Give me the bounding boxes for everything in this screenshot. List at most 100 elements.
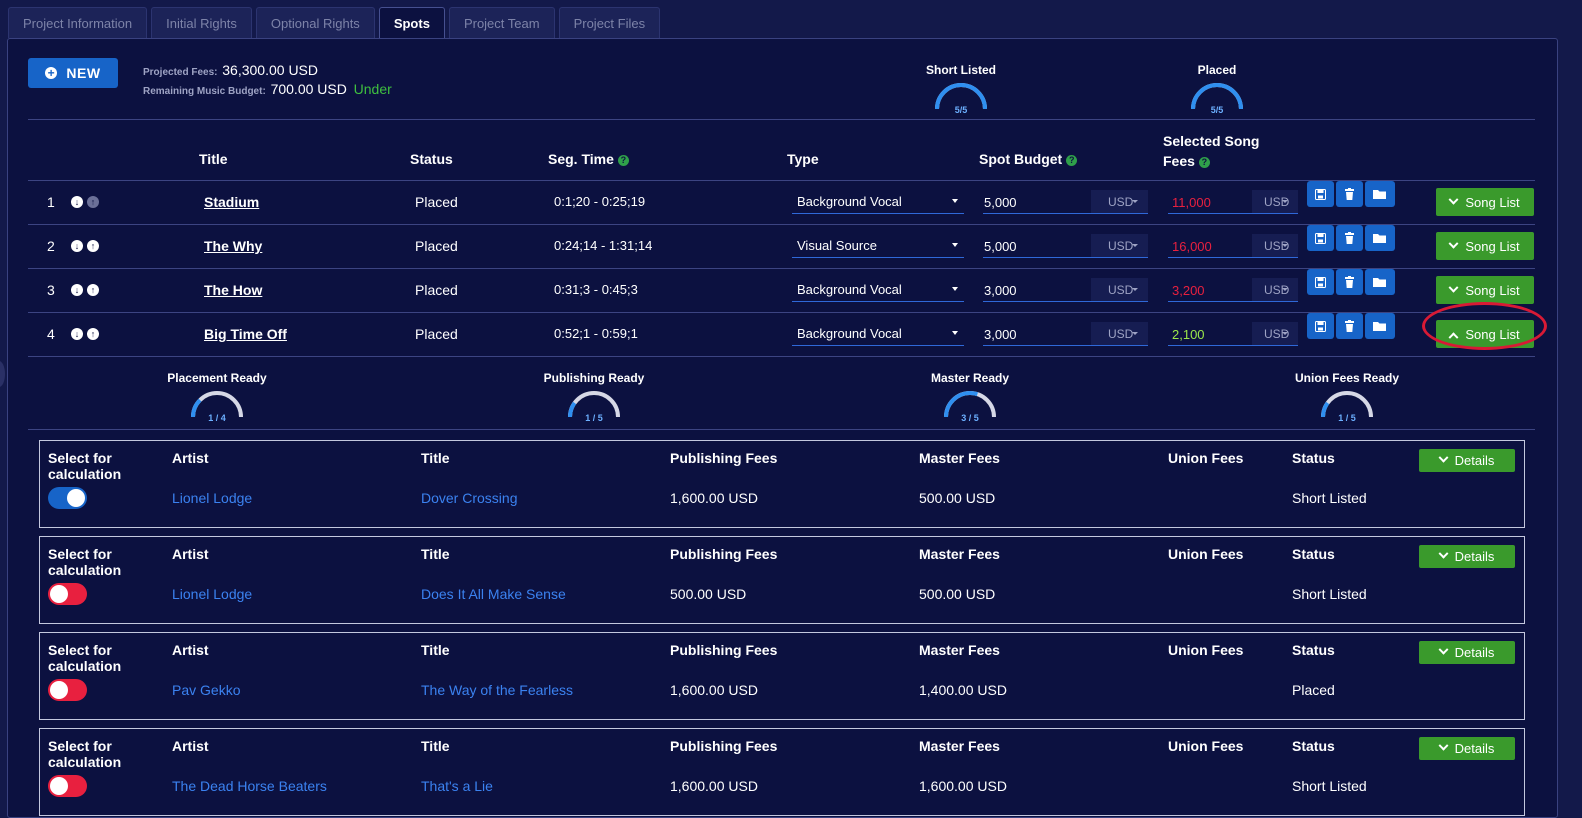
- calculation-toggle[interactable]: [48, 679, 87, 701]
- spot-budget-field[interactable]: 3,000 USD: [983, 278, 1148, 302]
- details-button[interactable]: Details: [1419, 641, 1515, 664]
- spot-budget-field[interactable]: 5,000 USD: [983, 234, 1148, 258]
- fees-value: 16,000: [1172, 239, 1212, 254]
- song-fees-field[interactable]: 11,000 USD: [1168, 190, 1298, 214]
- spot-title-link[interactable]: The Why: [204, 238, 262, 254]
- save-button[interactable]: [1307, 313, 1334, 339]
- arrow-up-icon[interactable]: ↑: [87, 196, 99, 208]
- spot-title-link[interactable]: Big Time Off: [204, 326, 287, 342]
- save-icon: [1315, 276, 1326, 288]
- currency-select[interactable]: USD: [1252, 190, 1298, 213]
- files-button[interactable]: [1365, 269, 1395, 295]
- currency-select[interactable]: USD: [1091, 322, 1148, 345]
- song-fees-field[interactable]: 3,200 USD: [1168, 278, 1298, 302]
- tab-project-files[interactable]: Project Files: [558, 7, 661, 38]
- delete-button[interactable]: [1336, 181, 1363, 207]
- currency-select[interactable]: USD: [1252, 278, 1298, 301]
- save-button[interactable]: [1307, 181, 1334, 207]
- song-fees-field[interactable]: 2,100 USD: [1168, 322, 1298, 346]
- spot-budget-field[interactable]: 5,000 USD: [983, 190, 1148, 214]
- currency-select[interactable]: USD: [1091, 190, 1148, 213]
- tab-project-information[interactable]: Project Information: [8, 7, 148, 38]
- save-button[interactable]: [1307, 225, 1334, 251]
- files-button[interactable]: [1365, 225, 1395, 251]
- gauge-value: 3 / 5: [961, 413, 979, 423]
- currency-select[interactable]: USD: [1252, 322, 1298, 345]
- chevron-down-icon: [1438, 452, 1449, 463]
- delete-button[interactable]: [1336, 225, 1363, 251]
- help-icon[interactable]: ?: [617, 155, 629, 166]
- save-icon: [1315, 320, 1326, 332]
- arrow-up-icon[interactable]: ↑: [87, 240, 99, 252]
- short-listed-gauge: Short Listed 5/5: [921, 63, 1001, 115]
- calculation-toggle[interactable]: [48, 775, 87, 797]
- details-button[interactable]: Details: [1419, 737, 1515, 760]
- type-select[interactable]: Background Vocal: [792, 278, 964, 302]
- spot-status: Placed: [415, 326, 458, 342]
- save-button[interactable]: [1307, 269, 1334, 295]
- delete-button[interactable]: [1336, 313, 1363, 339]
- arrow-up-icon[interactable]: ↑: [87, 284, 99, 296]
- new-spot-button[interactable]: + NEW: [28, 58, 118, 88]
- currency-select[interactable]: USD: [1252, 234, 1298, 257]
- spot-title-link[interactable]: Stadium: [204, 194, 259, 210]
- title-header: Title: [421, 546, 450, 562]
- remaining-budget-label: Remaining Music Budget:: [143, 86, 266, 97]
- seg-time: 0:24;14 - 1:31;14: [554, 238, 653, 253]
- song-title-link[interactable]: That's a Lie: [421, 778, 493, 794]
- projected-fees-value: 36,300.00 USD: [222, 62, 318, 78]
- gauge-label: Short Listed: [925, 63, 996, 77]
- type-select[interactable]: Background Vocal: [792, 322, 964, 346]
- ready-gauge: Placement Ready 1 / 4: [147, 371, 287, 424]
- calculation-toggle[interactable]: [48, 487, 87, 509]
- master-header: Master Fees: [919, 738, 1000, 754]
- status-header: Status: [1292, 450, 1335, 466]
- spot-title-link[interactable]: The How: [204, 282, 262, 298]
- artist-link[interactable]: Pav Gekko: [172, 682, 240, 698]
- calculation-toggle[interactable]: [48, 583, 87, 605]
- type-select[interactable]: Background Vocal: [792, 190, 964, 214]
- trash-icon: [1345, 188, 1354, 200]
- tab-initial-rights[interactable]: Initial Rights: [151, 7, 252, 38]
- arrow-down-icon[interactable]: ↓: [71, 196, 83, 208]
- tab-spots[interactable]: Spots: [378, 7, 445, 38]
- gauge-label: Publishing Ready: [543, 371, 645, 385]
- type-select[interactable]: Visual Source: [792, 234, 964, 258]
- help-icon[interactable]: ?: [1066, 155, 1078, 166]
- arrow-down-icon[interactable]: ↓: [71, 240, 83, 252]
- publishing-fees: 1,600.00 USD: [670, 490, 758, 506]
- arrow-down-icon[interactable]: ↓: [71, 328, 83, 340]
- artist-link[interactable]: Lionel Lodge: [172, 490, 252, 506]
- spot-budget-field[interactable]: 3,000 USD: [983, 322, 1148, 346]
- details-label: Details: [1454, 741, 1495, 756]
- song-title-link[interactable]: Does It All Make Sense: [421, 586, 566, 602]
- help-icon[interactable]: ?: [1198, 157, 1210, 168]
- song-list-button[interactable]: Song List: [1436, 232, 1534, 260]
- currency-select[interactable]: USD: [1091, 278, 1148, 301]
- song-list-button[interactable]: Song List: [1436, 276, 1534, 304]
- trash-icon: [1345, 276, 1354, 288]
- folder-icon: [1373, 233, 1386, 243]
- arrow-up-icon[interactable]: ↑: [87, 328, 99, 340]
- arrow-down-icon[interactable]: ↓: [71, 284, 83, 296]
- side-handle[interactable]: [0, 361, 5, 387]
- details-button[interactable]: Details: [1419, 449, 1515, 472]
- song-card: Select for calculation Artist Title Publ…: [39, 632, 1525, 720]
- row-number: 1: [47, 194, 55, 210]
- files-button[interactable]: [1365, 181, 1395, 207]
- artist-link[interactable]: The Dead Horse Beaters: [172, 778, 327, 794]
- delete-button[interactable]: [1336, 269, 1363, 295]
- trash-icon: [1345, 320, 1354, 332]
- currency-select[interactable]: USD: [1091, 234, 1148, 257]
- tab-optional-rights[interactable]: Optional Rights: [255, 7, 375, 38]
- song-list-button[interactable]: Song List: [1436, 188, 1534, 216]
- tab-project-team[interactable]: Project Team: [448, 7, 555, 38]
- files-button[interactable]: [1365, 313, 1395, 339]
- currency-value: USD: [1108, 195, 1134, 209]
- col-status: Status: [410, 151, 453, 167]
- details-button[interactable]: Details: [1419, 545, 1515, 568]
- song-fees-field[interactable]: 16,000 USD: [1168, 234, 1298, 258]
- song-title-link[interactable]: Dover Crossing: [421, 490, 517, 506]
- artist-link[interactable]: Lionel Lodge: [172, 586, 252, 602]
- song-title-link[interactable]: The Way of the Fearless: [421, 682, 573, 698]
